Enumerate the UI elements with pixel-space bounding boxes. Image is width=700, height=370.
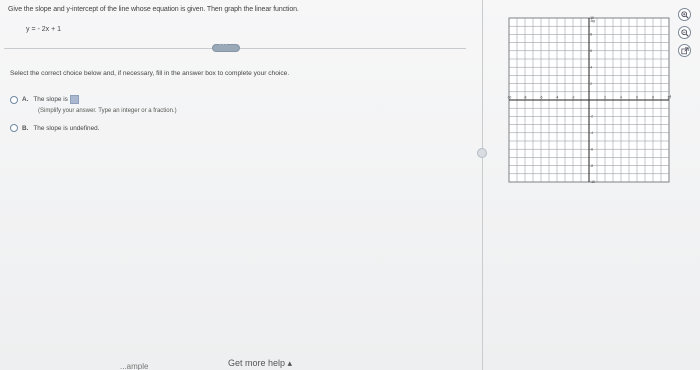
choice-a-radio[interactable] [10, 95, 18, 104]
screen: Give the slope and y-intercept of the li… [0, 0, 700, 370]
choice-b[interactable]: B. The slope is undefined. [10, 124, 100, 132]
slope-answer-input[interactable] [69, 95, 79, 104]
choice-a-letter: A. [22, 96, 29, 103]
zoom-in-icon[interactable] [678, 8, 691, 21]
external-link-icon[interactable] [678, 44, 691, 57]
zoom-out-icon[interactable] [678, 26, 691, 39]
question-prompt: Give the slope and y-intercept of the li… [8, 6, 299, 13]
y-tick-label: -6 [590, 147, 593, 151]
get-more-help-button[interactable]: Get more help ▴ [228, 358, 292, 369]
y-tick-label: -10 [590, 180, 595, 184]
y-tick-label: 8 [590, 33, 592, 37]
y-tick-label: 2 [590, 82, 592, 86]
x-tick-label: -2 [572, 96, 575, 100]
question-equation: y = - 2x + 1 [26, 26, 62, 33]
question-pane: Give the slope and y-intercept of the li… [0, 0, 482, 370]
y-tick-label: -2 [590, 115, 593, 119]
expand-more-button[interactable] [212, 42, 240, 52]
choice-b-radio[interactable] [10, 124, 18, 132]
instruction-text: Select the correct choice below and, if … [10, 70, 290, 77]
choice-a[interactable]: A. The slope is [10, 95, 79, 104]
y-tick-label: -4 [590, 131, 593, 135]
y-tick-label: -8 [590, 164, 593, 168]
y-axis-label: Ay [591, 18, 596, 23]
choice-b-text: The slope is undefined. [33, 124, 100, 132]
x-axis-label: x [670, 93, 671, 98]
x-tick-label: -8 [524, 96, 527, 100]
y-tick-label: 4 [590, 65, 592, 69]
x-tick-label: 2 [604, 96, 606, 100]
x-tick-label: -10 [507, 96, 512, 100]
x-tick-label: -6 [540, 96, 543, 100]
x-tick-label: 6 [636, 96, 638, 100]
choice-a-text: The slope is [33, 96, 68, 103]
y-tick-label: 6 [590, 49, 592, 53]
pane-splitter [482, 0, 483, 370]
view-example-link[interactable]: ...ample [120, 362, 148, 370]
x-tick-label: -4 [556, 96, 559, 100]
x-tick-label: 4 [620, 96, 622, 100]
splitter-handle[interactable] [477, 148, 487, 158]
choice-a-hint: (Simplify your answer. Type an integer o… [38, 108, 177, 114]
choice-b-letter: B. [22, 124, 29, 132]
graph-canvas[interactable]: -10 -8 -6 -4 -2 2 4 6 8 10108642-2-4-6-8-10xAy [507, 16, 671, 184]
x-tick-label: 8 [652, 96, 654, 100]
